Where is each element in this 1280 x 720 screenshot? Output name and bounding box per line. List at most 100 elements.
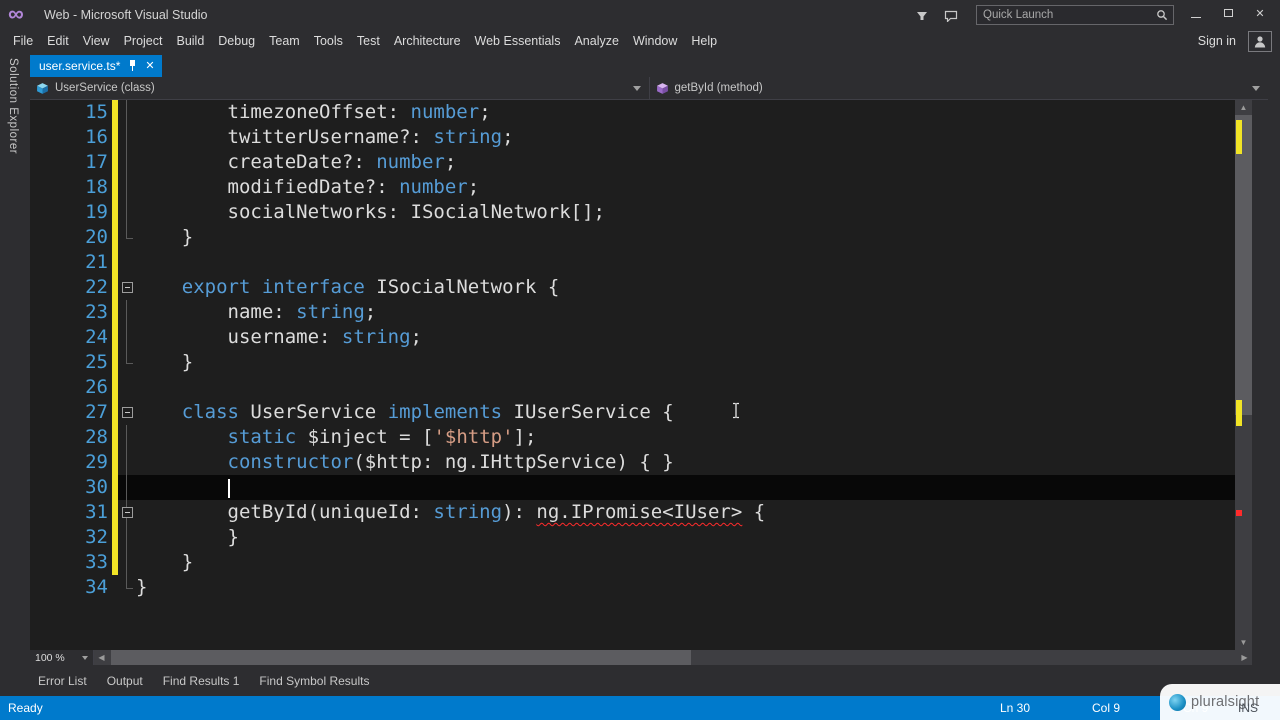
panel-tab-error-list[interactable]: Error List	[30, 672, 95, 690]
code-line-27[interactable]: 27 class UserService implements IUserSer…	[30, 400, 1252, 425]
code-line-20[interactable]: 20 }	[30, 225, 1252, 250]
folding-margin	[118, 150, 136, 175]
quick-launch-box[interactable]	[976, 5, 1174, 25]
code-text: }	[136, 551, 194, 573]
member-dropdown-label: getById (method)	[674, 82, 763, 94]
code-line-22[interactable]: 22 export interface ISocialNetwork {	[30, 275, 1252, 300]
change-marker	[1236, 400, 1242, 426]
maximize-icon	[1223, 9, 1233, 17]
vertical-scrollbar[interactable]: ▲ ▼	[1235, 100, 1252, 650]
line-number[interactable]: 19	[30, 200, 108, 225]
line-number[interactable]: 24	[30, 325, 108, 350]
scroll-up-icon[interactable]: ▲	[1235, 100, 1252, 115]
menu-file[interactable]: File	[6, 30, 40, 53]
line-number[interactable]: 27	[30, 400, 108, 425]
code-line-25[interactable]: 25 }	[30, 350, 1252, 375]
line-number[interactable]: 26	[30, 375, 108, 400]
horizontal-scrollbar[interactable]	[109, 650, 1237, 665]
error-marker	[1236, 510, 1242, 516]
code-line-28[interactable]: 28 static $inject = ['$http'];	[30, 425, 1252, 450]
code-editor[interactable]: 15 timezoneOffset: number; 16 twitterUser…	[30, 100, 1252, 650]
menu-web-essentials[interactable]: Web Essentials	[468, 30, 568, 53]
menu-window[interactable]: Window	[626, 30, 684, 53]
code-line-32[interactable]: 32 }	[30, 525, 1252, 550]
line-number[interactable]: 23	[30, 300, 108, 325]
member-dropdown[interactable]: getById (method)	[650, 77, 1269, 99]
minimize-button[interactable]	[1180, 0, 1212, 26]
menu-build[interactable]: Build	[169, 30, 211, 53]
menu-test[interactable]: Test	[350, 30, 387, 53]
code-line-33[interactable]: 33 }	[30, 550, 1252, 575]
line-number[interactable]: 25	[30, 350, 108, 375]
menu-edit[interactable]: Edit	[40, 30, 76, 53]
code-line-16[interactable]: 16 twitterUsername?: string;	[30, 125, 1252, 150]
line-number[interactable]: 34	[30, 575, 108, 600]
line-number[interactable]: 30	[30, 475, 108, 500]
sign-in-link[interactable]: Sign in	[1198, 34, 1236, 48]
menu-help[interactable]: Help	[684, 30, 724, 53]
folding-margin	[118, 475, 136, 500]
menu-project[interactable]: Project	[117, 30, 170, 53]
menu-debug[interactable]: Debug	[211, 30, 262, 53]
fold-collapse-icon[interactable]	[121, 282, 133, 293]
line-number[interactable]: 32	[30, 525, 108, 550]
pin-icon[interactable]	[128, 60, 137, 72]
document-tab[interactable]: user.service.ts* ✕	[30, 55, 162, 77]
line-number[interactable]: 29	[30, 450, 108, 475]
code-line-30[interactable]: 30	[30, 475, 1252, 500]
line-number[interactable]: 16	[30, 125, 108, 150]
code-line-18[interactable]: 18 modifiedDate?: number;	[30, 175, 1252, 200]
panel-tab-find-results-1[interactable]: Find Results 1	[155, 672, 248, 690]
code-line-21[interactable]: 21	[30, 250, 1252, 275]
fold-collapse-icon[interactable]	[121, 507, 133, 518]
line-number[interactable]: 22	[30, 275, 108, 300]
feedback-filter-icon[interactable]	[916, 9, 928, 27]
menu-analyze[interactable]: Analyze	[567, 30, 625, 53]
fold-collapse-icon[interactable]	[121, 407, 133, 418]
horizontal-scrollbar-thumb[interactable]	[111, 650, 691, 665]
line-number[interactable]: 20	[30, 225, 108, 250]
tab-close-icon[interactable]: ✕	[145, 60, 154, 72]
menu-view[interactable]: View	[76, 30, 117, 53]
line-number[interactable]: 17	[30, 150, 108, 175]
line-number[interactable]: 21	[30, 250, 108, 275]
chevron-down-icon	[632, 85, 641, 91]
folding-margin	[118, 550, 136, 575]
type-dropdown-label: UserService (class)	[55, 82, 155, 94]
code-line-34[interactable]: 34}	[30, 575, 1252, 600]
menu-tools[interactable]: Tools	[307, 30, 350, 53]
line-number[interactable]: 15	[30, 100, 108, 125]
code-line-31[interactable]: 31 getById(uniqueId: string): ng.IPromis…	[30, 500, 1252, 525]
line-number[interactable]: 31	[30, 500, 108, 525]
code-line-19[interactable]: 19 socialNetworks: ISocialNetwork[];	[30, 200, 1252, 225]
folding-margin	[118, 300, 136, 325]
menu-architecture[interactable]: Architecture	[387, 30, 468, 53]
feedback-smile-icon[interactable]	[944, 9, 958, 27]
line-number[interactable]: 18	[30, 175, 108, 200]
code-line-26[interactable]: 26	[30, 375, 1252, 400]
menu-team[interactable]: Team	[262, 30, 307, 53]
close-button[interactable]: ✕	[1244, 0, 1276, 26]
type-dropdown[interactable]: UserService (class)	[30, 77, 650, 99]
line-number[interactable]: 33	[30, 550, 108, 575]
scroll-left-icon[interactable]: ◀	[94, 650, 109, 665]
quick-launch-input[interactable]	[977, 9, 1156, 21]
vertical-scrollbar-thumb[interactable]	[1235, 115, 1252, 415]
search-icon[interactable]	[1156, 9, 1168, 21]
scroll-down-icon[interactable]: ▼	[1235, 635, 1252, 650]
code-line-23[interactable]: 23 name: string;	[30, 300, 1252, 325]
maximize-button[interactable]	[1212, 0, 1244, 26]
title-bar[interactable]: ∞ Web - Microsoft Visual Studio ✕	[0, 0, 1280, 30]
scroll-right-icon[interactable]: ▶	[1237, 650, 1252, 665]
panel-tab-output[interactable]: Output	[99, 672, 151, 690]
code-line-15[interactable]: 15 timezoneOffset: number;	[30, 100, 1252, 125]
panel-tab-find-symbol-results[interactable]: Find Symbol Results	[251, 672, 377, 690]
folding-margin	[118, 425, 136, 450]
code-line-17[interactable]: 17 createDate?: number;	[30, 150, 1252, 175]
code-line-24[interactable]: 24 username: string;	[30, 325, 1252, 350]
sidebar-tab-solution-explorer[interactable]: Solution Explorer	[7, 58, 19, 154]
code-line-29[interactable]: 29 constructor($http: ng.IHttpService) {…	[30, 450, 1252, 475]
line-number[interactable]: 28	[30, 425, 108, 450]
account-avatar[interactable]	[1248, 31, 1272, 52]
zoom-dropdown[interactable]: 100 %	[30, 650, 94, 665]
